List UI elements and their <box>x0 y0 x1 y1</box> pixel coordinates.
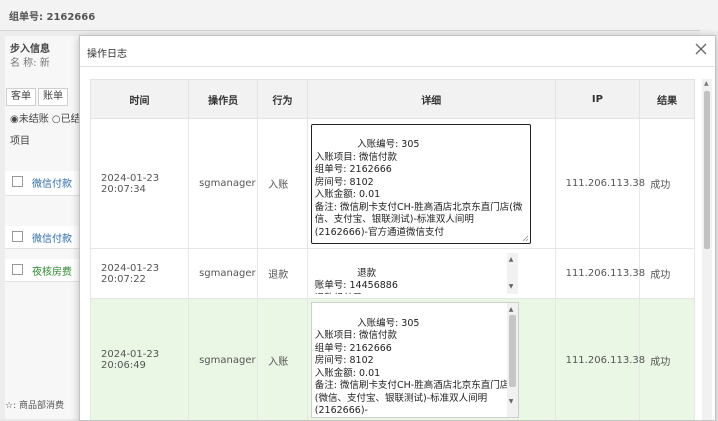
footer-note: ☆: 商品部消费 <box>5 401 64 411</box>
radio-filter[interactable]: ◉未结账 ○已结 <box>10 110 81 125</box>
tab-bill[interactable]: 账单 <box>38 88 68 106</box>
log-table: 时间 操作员 行为 详细 IP 结果 2024-01-23 20:07:34 s… <box>90 79 695 420</box>
top-bar: 组单号: 2162666 <box>0 0 718 31</box>
cell-result: 成功 <box>639 298 695 420</box>
col-header-operator: 操作员 <box>188 79 259 119</box>
table-scrollbar[interactable]: ▲ <box>702 79 712 420</box>
list-item[interactable]: 夜核房费 <box>5 259 80 282</box>
row-checkbox[interactable] <box>12 176 23 187</box>
col-header-item: 项目 <box>10 136 30 147</box>
cell-operator: sgmanager <box>188 298 259 420</box>
cell-action: 退款 <box>257 248 308 299</box>
cell-operator: sgmanager <box>188 118 259 249</box>
group-number: 组单号: 2162666 <box>9 12 96 23</box>
cell-action: 入账 <box>257 118 308 249</box>
name-label: 名 称: 新 <box>10 58 50 69</box>
cell-detail: 入账编号: 305 入账项目: 微信付款 组单号: 2162666 房间号: 8… <box>306 298 556 420</box>
detail-textarea[interactable]: 入账编号: 305 入账项目: 微信付款 组单号: 2162666 房间号: 8… <box>310 302 519 418</box>
cell-result: 成功 <box>639 118 695 249</box>
col-header-detail: 详细 <box>306 79 556 119</box>
log-table-container: 时间 操作员 行为 详细 IP 结果 2024-01-23 20:07:34 s… <box>90 79 705 420</box>
scroll-up-icon[interactable]: ▲ <box>509 254 514 267</box>
dialog-header: 操作日志 <box>80 36 715 67</box>
cell-detail: 入账编号: 305 入账项目: 微信付款 组单号: 2162666 房间号: 8… <box>306 118 556 249</box>
cell-ip: 111.206.113.38 <box>554 298 645 420</box>
close-icon[interactable] <box>694 42 708 56</box>
scroll-down-icon[interactable]: ▼ <box>509 396 514 409</box>
detail-textarea[interactable]: 入账编号: 305 入账项目: 微信付款 组单号: 2162666 房间号: 8… <box>310 123 531 244</box>
cell-operator: sgmanager <box>188 248 259 299</box>
detail-textarea[interactable]: 退款 账单号: 14456886 退款组单号: 2162666 ▲ ▼ <box>310 252 519 295</box>
cell-result: 成功 <box>639 248 695 299</box>
list-item[interactable]: 微信付款 <box>5 226 80 249</box>
resize-grip-icon[interactable] <box>522 235 529 242</box>
table-row: 2024-01-23 20:07:34 sgmanager 入账 入账编号: 3… <box>90 118 695 249</box>
col-header-ip: IP <box>554 79 641 119</box>
list-item-label[interactable]: 微信付款 <box>32 230 72 245</box>
operation-log-dialog: 操作日志 时间 操作员 行为 详细 IP 结果 2024-01-23 20:07… <box>79 35 716 421</box>
list-item[interactable]: 微信付款 <box>5 171 80 196</box>
cell-time: 2024-01-23 20:07:22 <box>90 248 190 299</box>
section-title: 步入信息 <box>10 44 50 55</box>
cell-ip: 111.206.113.38 <box>554 248 645 299</box>
table-header-row: 时间 操作员 行为 详细 IP 结果 <box>90 79 695 119</box>
list-item-label[interactable]: 夜核房费 <box>32 263 72 278</box>
tab-guest[interactable]: 客单 <box>6 88 36 106</box>
detail-text: 入账编号: 305 入账项目: 微信付款 组单号: 2162666 房间号: 8… <box>314 139 523 238</box>
table-row: 2024-01-23 20:06:49 sgmanager 入账 入账编号: 3… <box>90 298 695 420</box>
cell-ip: 111.206.113.38 <box>554 118 645 249</box>
row-checkbox[interactable] <box>12 264 23 275</box>
textarea-scrollbar[interactable]: ▲ ▼ <box>506 303 518 417</box>
cell-detail: 退款 账单号: 14456886 退款组单号: 2162666 ▲ ▼ <box>306 248 556 299</box>
col-header-result: 结果 <box>639 79 695 119</box>
col-header-action: 行为 <box>257 79 308 119</box>
detail-text: 退款 账单号: 14456886 退款组单号: 2162666 <box>314 267 411 295</box>
dialog-title: 操作日志 <box>87 49 127 60</box>
row-checkbox[interactable] <box>12 231 23 242</box>
col-header-time: 时间 <box>90 79 190 119</box>
scroll-down-icon[interactable]: ▼ <box>509 281 514 294</box>
table-row: 2024-01-23 20:07:22 sgmanager 退款 退款 账单号:… <box>90 248 695 299</box>
scroll-up-icon[interactable]: ▲ <box>704 80 709 87</box>
cell-time: 2024-01-23 20:06:49 <box>90 298 190 420</box>
detail-text: 入账编号: 305 入账项目: 微信付款 组单号: 2162666 房间号: 8… <box>314 317 510 417</box>
list-item-label[interactable]: 微信付款 <box>32 175 72 190</box>
cell-action: 入账 <box>257 298 308 420</box>
scroll-thumb[interactable] <box>508 315 516 387</box>
textarea-scrollbar[interactable]: ▲ ▼ <box>506 253 518 294</box>
scroll-thumb[interactable] <box>704 91 710 249</box>
cell-time: 2024-01-23 20:07:34 <box>90 118 190 249</box>
